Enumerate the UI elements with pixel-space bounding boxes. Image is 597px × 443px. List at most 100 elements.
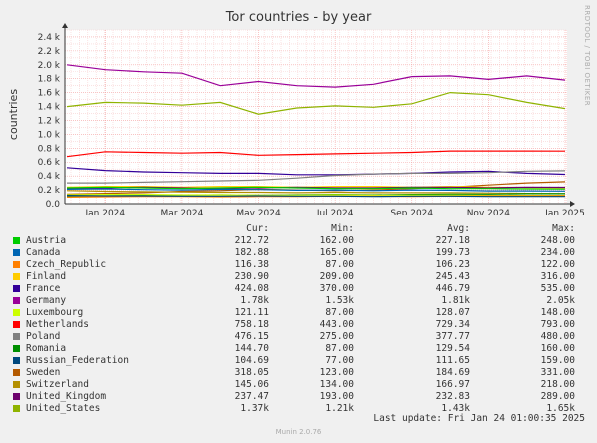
x-tick-label: Mar 2024 <box>161 209 204 215</box>
legend-cur: 145.06 <box>234 379 269 390</box>
legend-name: Russian_Federation <box>26 355 129 366</box>
y-tick-label: 2.2 k <box>38 47 61 57</box>
y-tick-label: 0.2 k <box>38 186 61 196</box>
legend-cur: 121.11 <box>234 307 269 318</box>
legend-avg: 227.18 <box>435 235 470 246</box>
legend-min: 209.00 <box>319 271 354 282</box>
legend-cur: 116.38 <box>234 259 269 270</box>
legend-name: Netherlands <box>26 319 89 330</box>
legend-swatch <box>13 333 20 340</box>
legend-max: 289.00 <box>540 391 575 402</box>
legend-min: 370.00 <box>319 283 354 294</box>
legend-name: Romania <box>26 343 67 354</box>
legend-name: Canada <box>26 247 61 258</box>
legend-name: Germany <box>26 295 67 306</box>
legend-max: 2.05k <box>546 295 575 306</box>
legend-row: Poland 476.15 275.00 377.77 480.00 <box>12 331 587 343</box>
legend-max: 159.00 <box>540 355 575 366</box>
legend-cur: 1.37k <box>240 403 269 414</box>
legend-name: Austria <box>26 235 67 246</box>
legend-avg: 1.81k <box>441 295 470 306</box>
legend-row: Sweden 318.05 123.00 184.69 331.00 <box>12 367 587 379</box>
legend-swatch <box>13 369 20 376</box>
y-tick-labels: 0.0 0.2 k 0.4 k 0.6 k 0.8 k 1.0 k 1.2 k 1.4 k 1.… <box>38 33 61 210</box>
legend-cur: 758.18 <box>234 319 269 330</box>
legend-header: Cur: Min: Avg: Max: <box>12 223 587 235</box>
x-tick-labels: Jan 2024 Mar 2024 May 2024 Jul 2024 Sep 2024… <box>84 209 584 215</box>
legend-name: United_States <box>26 403 101 414</box>
legend-min: 193.00 <box>319 391 354 402</box>
y-tick-label: 0.4 k <box>38 172 61 182</box>
legend-cur: 237.47 <box>234 391 269 402</box>
legend-swatch <box>13 237 20 244</box>
legend-avg: 232.83 <box>435 391 470 402</box>
legend-min: 275.00 <box>319 331 354 342</box>
y-tick-label: 1.2 k <box>38 116 61 126</box>
legend-cur: 182.88 <box>234 247 269 258</box>
x-tick-label: Jan 2025 <box>544 209 585 215</box>
munin-footer: Munin 2.0.76 <box>275 428 322 436</box>
legend-swatch <box>13 381 20 388</box>
legend-row: Austria 212.72 162.00 227.18 248.00 <box>12 235 587 247</box>
legend-max: 160.00 <box>540 343 575 354</box>
legend-header-avg: Avg: <box>447 223 470 234</box>
legend-name: Sweden <box>26 367 61 378</box>
y-tick-label: 1.8 k <box>38 75 61 85</box>
legend-avg: 377.77 <box>435 331 470 342</box>
legend-avg: 729.34 <box>435 319 470 330</box>
y-axis-arrow <box>62 23 68 28</box>
legend-header-cur: Cur: <box>246 223 269 234</box>
legend-avg: 245.43 <box>435 271 470 282</box>
legend-min: 87.00 <box>325 343 354 354</box>
legend-row: Luxembourg 121.11 87.00 128.07 148.00 <box>12 307 587 319</box>
x-tick-label: Sep 2024 <box>390 209 433 215</box>
y-tick-label: 0.6 k <box>38 158 61 168</box>
legend-name: United_Kingdom <box>26 391 107 402</box>
legend-avg: 199.73 <box>435 247 470 258</box>
legend-cur: 424.08 <box>234 283 269 294</box>
x-tick-label: Jul 2024 <box>316 209 354 215</box>
legend-row: Russian_Federation 104.69 77.00 111.65 159.0… <box>12 355 587 367</box>
legend-avg: 166.97 <box>435 379 470 390</box>
y-tick-label: 2.0 k <box>38 61 61 71</box>
x-tick-label: Nov 2024 <box>467 209 511 215</box>
legend-cur: 104.69 <box>234 355 269 366</box>
legend-max: 122.00 <box>540 259 575 270</box>
y-tick-label: 2.4 k <box>38 33 61 43</box>
legend-header-max: Max: <box>552 223 575 234</box>
legend-min: 443.00 <box>319 319 354 330</box>
legend-name: Luxembourg <box>26 307 84 318</box>
legend-row: Czech_Republic 116.38 87.00 106.23 122.00 <box>12 259 587 271</box>
legend-min: 87.00 <box>325 307 354 318</box>
legend-name: France <box>26 283 61 294</box>
y-tick-label: 0.0 <box>46 200 61 210</box>
plot-background <box>65 30 567 204</box>
legend-avg: 446.79 <box>435 283 470 294</box>
legend-max: 480.00 <box>540 331 575 342</box>
legend-cur: 1.78k <box>240 295 269 306</box>
legend-max: 793.00 <box>540 319 575 330</box>
legend-row: Netherlands 758.18 443.00 729.34 793.00 <box>12 319 587 331</box>
legend-swatch <box>13 405 20 412</box>
legend-swatch <box>13 249 20 256</box>
legend-swatch <box>13 357 20 364</box>
chart-canvas: 0.0 0.2 k 0.4 k 0.6 k 0.8 k 1.0 k 1.2 k 1.4 k 1.… <box>38 23 585 215</box>
legend-swatch <box>13 321 20 328</box>
last-update: Last update: Fri Jan 24 01:00:35 2025 <box>373 413 585 424</box>
legend-max: 234.00 <box>540 247 575 258</box>
legend-min: 123.00 <box>319 367 354 378</box>
legend-min: 1.53k <box>325 295 354 306</box>
y-tick-label: 1.0 k <box>38 130 61 140</box>
legend-min: 87.00 <box>325 259 354 270</box>
legend-max: 316.00 <box>540 271 575 282</box>
legend-row: France 424.08 370.00 446.79 535.00 <box>12 283 587 295</box>
legend-min: 77.00 <box>325 355 354 366</box>
x-tick-label: Jan 2024 <box>84 209 125 215</box>
legend-max: 218.00 <box>540 379 575 390</box>
legend-row: United_Kingdom 237.47 193.00 232.83 289.00 <box>12 391 587 403</box>
legend-swatch <box>13 309 20 316</box>
legend-cur: 476.15 <box>234 331 269 342</box>
legend-header-min: Min: <box>331 223 354 234</box>
legend-avg: 111.65 <box>435 355 470 366</box>
legend-min: 1.21k <box>325 403 354 414</box>
